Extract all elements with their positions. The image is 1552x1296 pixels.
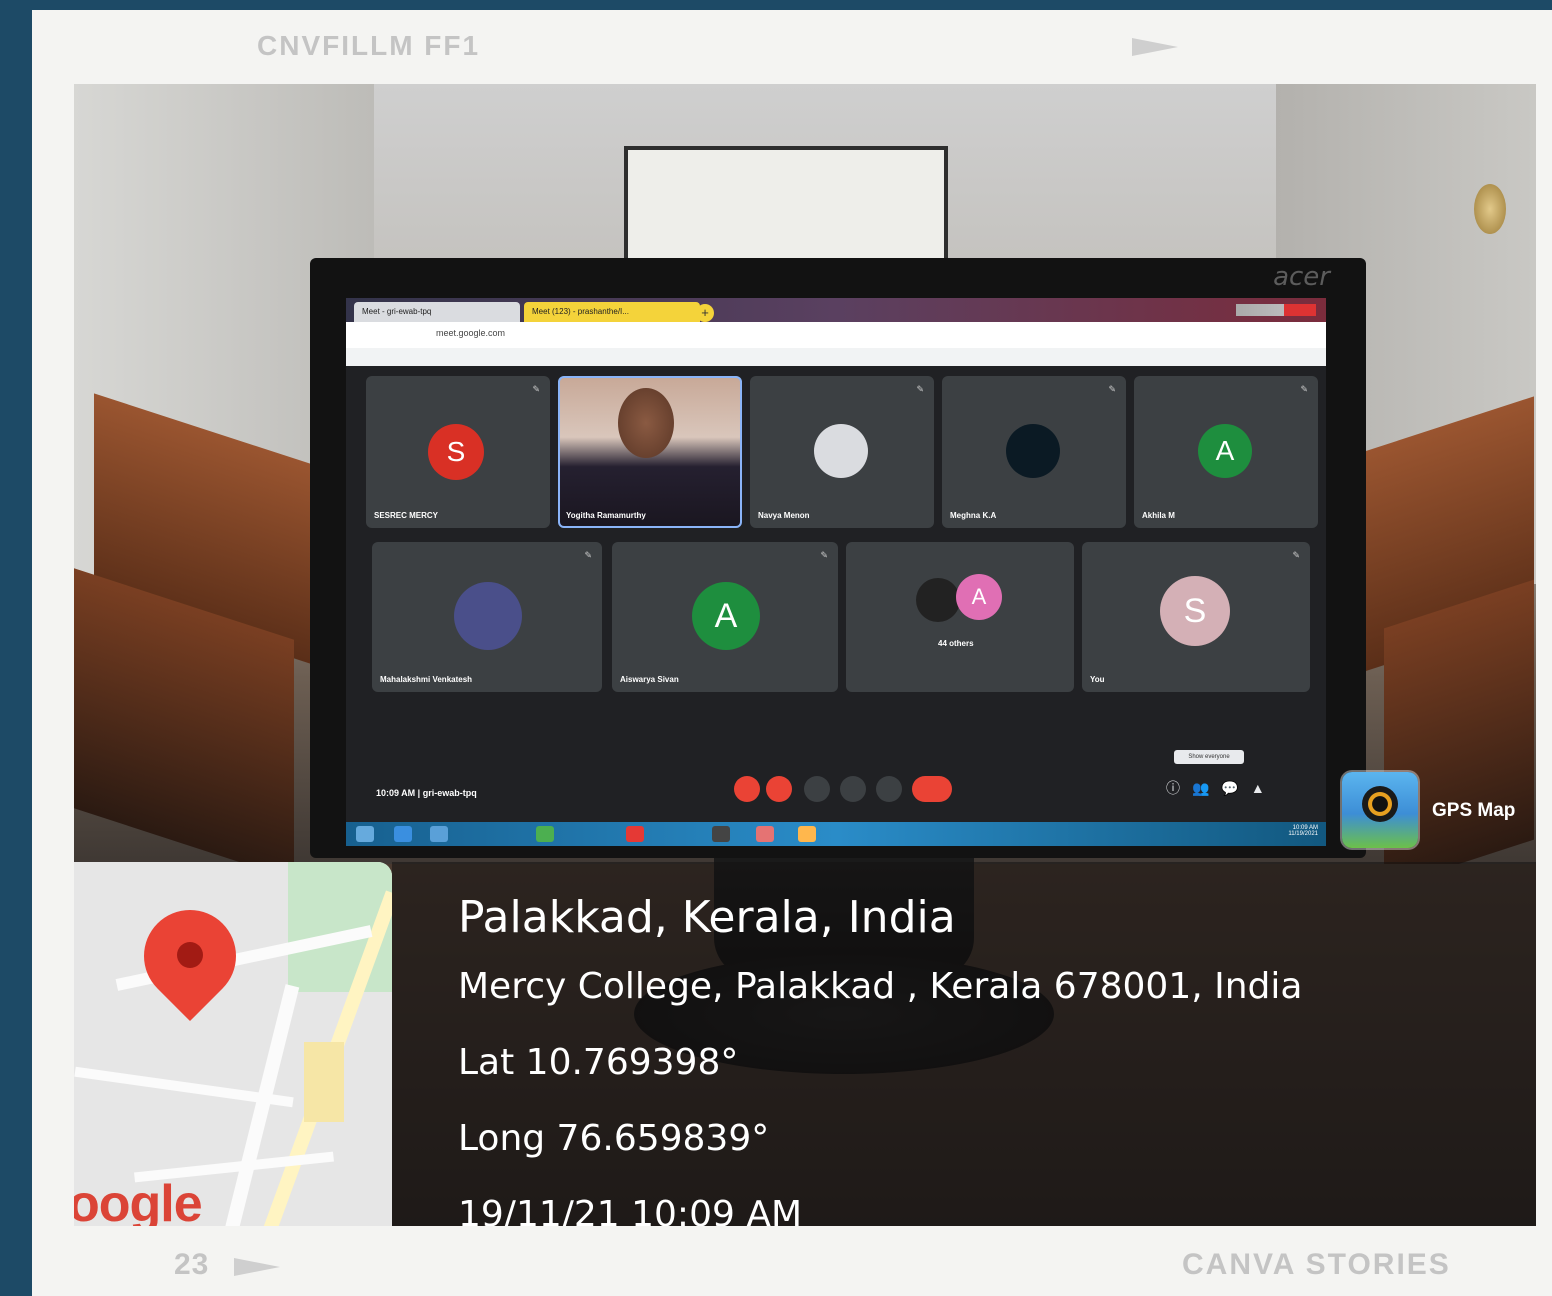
camera-off-button: [766, 776, 792, 802]
mic-off-button: [734, 776, 760, 802]
location-address: Mercy College, Palakkad , Kerala 678001,…: [458, 966, 1303, 1007]
film-arrow-top-icon: [1132, 38, 1178, 56]
browser-bookmarks-bar: [346, 348, 1326, 366]
pin-icon: ✎: [584, 550, 592, 560]
participant-tile: ✎ S SESREC MERCY: [366, 376, 550, 528]
opera-icon: [626, 826, 644, 842]
photo: acer Meet - gri-ewab-tpq Meet (123) - pr…: [74, 84, 1536, 1226]
explorer-icon: [430, 826, 448, 842]
participant-name: SESREC MERCY: [374, 511, 439, 520]
film-frame-number: 23: [174, 1248, 210, 1281]
participant-name: Yogitha Ramamurthy: [566, 511, 646, 520]
pin-icon: ✎: [820, 550, 828, 560]
map-pin-center: [177, 942, 203, 968]
gps-app-label: GPS Map: [1432, 800, 1516, 821]
windows-taskbar: 10:09 AM 11/19/2021: [346, 822, 1326, 846]
ie-icon: [394, 826, 412, 842]
location-map: oogle: [74, 862, 392, 1226]
whiteboard: [624, 146, 948, 272]
google-logo: oogle: [74, 1175, 203, 1226]
browser-url: meet.google.com: [436, 328, 506, 338]
participant-avatar: A: [692, 582, 760, 650]
app-icon: [756, 826, 774, 842]
participant-photo-avatar: [814, 424, 868, 478]
browser-tabbar: Meet - gri-ewab-tpq Meet (123) - prashan…: [346, 298, 1326, 322]
pin-icon: ✎: [1292, 550, 1300, 560]
film-bottom-label: CANVA STORIES: [1182, 1248, 1451, 1281]
more-options-button: [876, 776, 902, 802]
map-building: [304, 1042, 344, 1122]
pin-icon: ✎: [916, 384, 924, 394]
captions-button: [804, 776, 830, 802]
camera-lens-icon: [1362, 786, 1398, 822]
end-call-button: [912, 776, 952, 802]
participant-name: You: [1090, 675, 1105, 684]
browser-tab-2: Meet (123) - prashanthe/I...: [524, 302, 700, 322]
participant-face: [618, 388, 674, 458]
participant-tile: ✎ Mahalakshmi Venkatesh: [372, 542, 602, 692]
app-icon: [798, 826, 816, 842]
tray-clock: 10:09 AM 11/19/2021: [1288, 825, 1318, 837]
tooltip: Show everyone: [1174, 750, 1244, 764]
participant-name: Aiswarya Sivan: [620, 675, 679, 684]
participant-name: 44 others: [938, 639, 974, 648]
wall-clock: [1474, 184, 1506, 234]
new-tab-icon: +: [696, 304, 714, 322]
pin-icon: ✎: [532, 384, 540, 394]
app-icon: [712, 826, 730, 842]
location-info-panel: Palakkad, Kerala, India Mercy College, P…: [392, 862, 1536, 1226]
participant-name: Mahalakshmi Venkatesh: [380, 675, 473, 684]
participant-avatar: A: [1198, 424, 1252, 478]
monitor-screen: Meet - gri-ewab-tpq Meet (123) - prashan…: [346, 298, 1326, 846]
pin-icon: ✎: [1108, 384, 1116, 394]
participant-name: Meghna K.A: [950, 511, 997, 520]
participant-tile: ✎ A Aiswarya Sivan: [612, 542, 838, 692]
participant-tile: ✎ Meghna K.A: [942, 376, 1126, 528]
meeting-side-icons: ⓘ👥💬▲: [1166, 780, 1277, 796]
participant-tile: A 44 others: [846, 542, 1074, 692]
film-arrow-bottom-icon: [234, 1258, 280, 1276]
meeting-time: 10:09 AM | gri-ewab-tpq: [376, 788, 477, 798]
window-controls: [1236, 304, 1316, 316]
monitor: acer Meet - gri-ewab-tpq Meet (123) - pr…: [310, 258, 1366, 858]
participant-photo-avatar: [454, 582, 522, 650]
browser-address-bar: meet.google.com: [346, 322, 1326, 348]
location-title: Palakkad, Kerala, India: [458, 892, 956, 943]
participant-tile-video: Yogitha Ramamurthy: [558, 376, 742, 528]
start-icon: [356, 826, 374, 842]
participant-photo-avatar: [916, 578, 960, 622]
participant-avatar: S: [1160, 576, 1230, 646]
participant-tile: ✎ A Akhila M: [1134, 376, 1318, 528]
participant-tile: ✎ S You: [1082, 542, 1310, 692]
participant-avatar: A: [956, 574, 1002, 620]
participant-avatar: S: [428, 424, 484, 480]
gps-map-camera-logo-icon: [1342, 772, 1418, 848]
participant-tile: ✎ Navya Menon: [750, 376, 934, 528]
film-top-label: CNVFILLM FF1: [257, 30, 481, 61]
participant-photo-avatar: [1006, 424, 1060, 478]
pin-icon: ✎: [1300, 384, 1308, 394]
browser-tab-1: Meet - gri-ewab-tpq: [354, 302, 520, 322]
chrome-icon: [536, 826, 554, 842]
participant-video: [558, 376, 742, 528]
location-latitude: Lat 10.769398°: [458, 1042, 739, 1083]
location-datetime: 19/11/21 10:09 AM: [458, 1194, 803, 1226]
participant-name: Navya Menon: [758, 511, 810, 520]
participant-name: Akhila M: [1142, 511, 1175, 520]
monitor-brand: acer: [1273, 262, 1330, 292]
present-button: [840, 776, 866, 802]
location-longitude: Long 76.659839°: [458, 1118, 770, 1159]
